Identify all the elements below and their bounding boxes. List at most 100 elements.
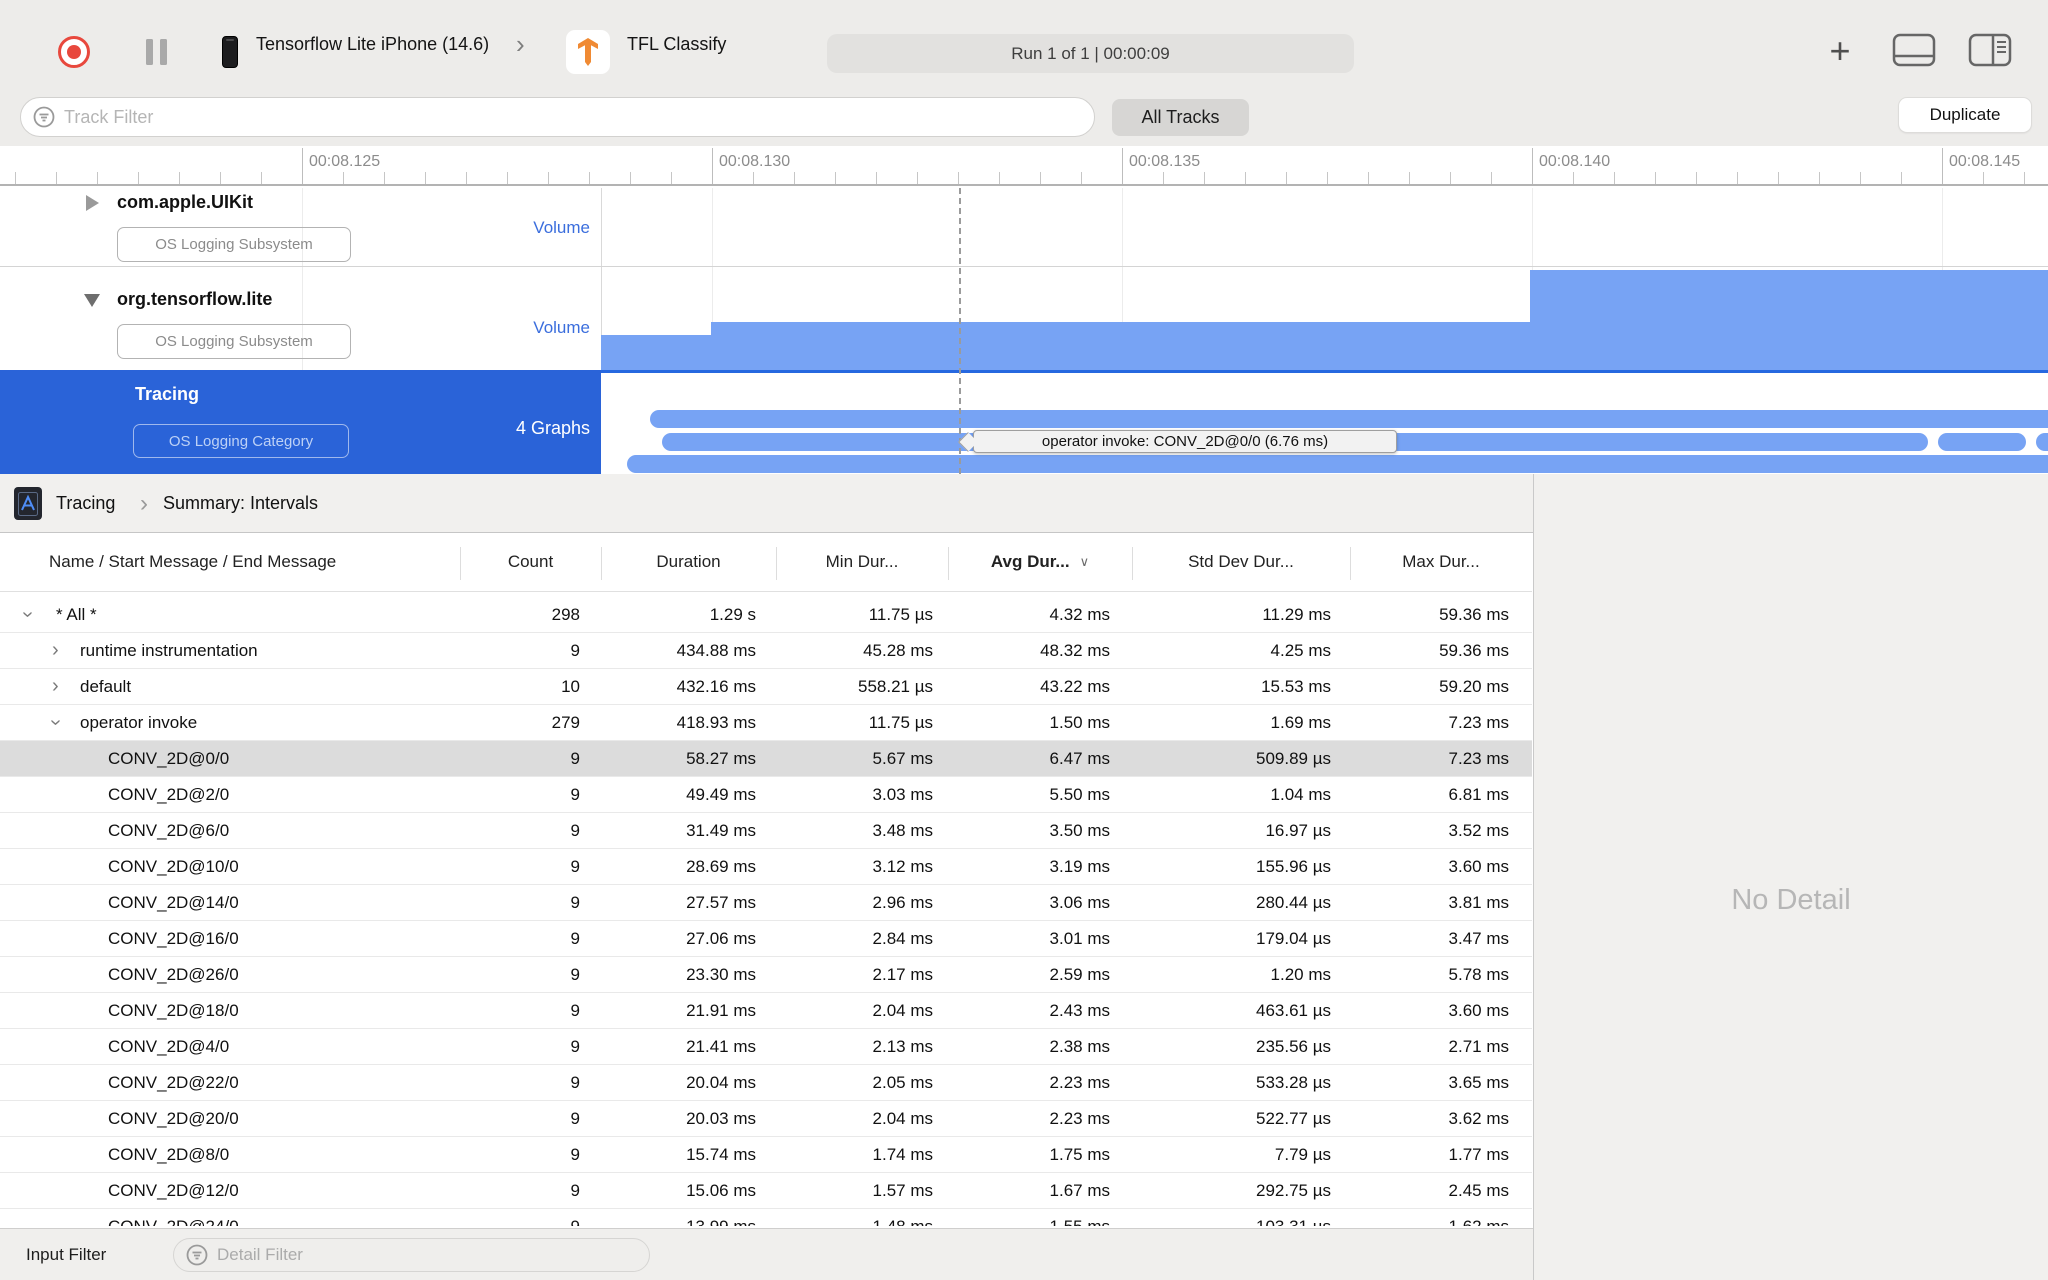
volume-graph-area[interactable] (1530, 270, 2048, 370)
volume-graph-area[interactable] (601, 335, 711, 370)
row-value: 1.20 ms (1270, 964, 1331, 984)
row-value: 5.78 ms (1448, 964, 1509, 984)
row-disclosure-collapsed-icon[interactable]: › (52, 669, 59, 704)
row-value: 2.45 ms (1448, 1180, 1509, 1200)
row-value: 2.23 ms (1049, 1108, 1110, 1128)
column-divider[interactable] (460, 547, 461, 580)
track-filter-input[interactable]: Track Filter (20, 97, 1095, 137)
duplicate-button[interactable]: Duplicate (1899, 98, 2031, 132)
interval-bar[interactable] (650, 410, 2048, 428)
table-row[interactable]: runtime instrumentation › 9 434.88 ms 45.28 … (0, 633, 1532, 669)
row-value: 1.55 ms (1049, 1216, 1110, 1227)
column-divider[interactable] (1132, 547, 1133, 580)
ruler-time-label: 00:08.145 (1949, 153, 2021, 170)
playhead-line[interactable] (959, 188, 961, 474)
row-value: 16.97 µs (1265, 820, 1331, 840)
timeline-ruler[interactable]: 00:08.125 00:08.130 00:08.135 00:08.140 00:0… (0, 146, 2048, 186)
row-disclosure-collapsed-icon[interactable]: › (52, 633, 59, 668)
ruler-minor-tick (179, 172, 180, 184)
table-row[interactable]: CONV_2D@22/0 9 20.04 ms 2.05 ms 2.23 ms 533.2… (0, 1065, 1532, 1101)
row-value: 31.49 ms (686, 820, 756, 840)
table-row[interactable]: CONV_2D@8/0 9 15.74 ms 1.74 ms 1.75 ms 7.79 µ… (0, 1137, 1532, 1173)
category-badge: OS Logging Category (133, 424, 349, 458)
add-instrument-button[interactable]: + (1820, 26, 1860, 76)
table-row[interactable]: CONV_2D@12/0 9 15.06 ms 1.57 ms 1.67 ms 292.7… (0, 1173, 1532, 1209)
row-value: 13.99 ms (686, 1216, 756, 1227)
detail-filter-input[interactable]: Detail Filter (173, 1238, 650, 1272)
disclosure-collapsed-icon[interactable] (86, 195, 99, 211)
ruler-minor-tick (1819, 172, 1820, 184)
interval-tooltip: operator invoke: CONV_2D@0/0 (6.76 ms) (973, 430, 1397, 453)
table-row[interactable]: CONV_2D@24/0 9 13.99 ms 1.48 ms 1.55 ms 103.3… (0, 1209, 1532, 1227)
table-row[interactable]: CONV_2D@16/0 9 27.06 ms 2.84 ms 3.01 ms 179.0… (0, 921, 1532, 957)
column-header-duration[interactable]: Duration (601, 533, 776, 591)
table-row[interactable]: CONV_2D@10/0 9 28.69 ms 3.12 ms 3.19 ms 155.9… (0, 849, 1532, 885)
column-header-avg-dur[interactable]: Avg Dur... ∨ (948, 533, 1132, 591)
column-divider[interactable] (776, 547, 777, 580)
row-value: 10 (561, 676, 580, 696)
table-row[interactable]: CONV_2D@20/0 9 20.03 ms 2.04 ms 2.23 ms 522.7… (0, 1101, 1532, 1137)
row-name: CONV_2D@4/0 (108, 1036, 230, 1056)
row-value: 20.04 ms (686, 1072, 756, 1092)
breadcrumb-chevron-icon: › (140, 489, 148, 517)
volume-graph-area[interactable] (711, 322, 1530, 370)
row-name: CONV_2D@6/0 (108, 820, 230, 840)
table-row[interactable]: default › 10 432.16 ms 558.21 µs 43.22 ms 15.5… (0, 669, 1532, 705)
ruler-minor-tick (671, 172, 672, 184)
table-row[interactable]: CONV_2D@14/0 9 27.57 ms 2.96 ms 3.06 ms 280.4… (0, 885, 1532, 921)
tensorflow-arrow-icon (578, 38, 598, 66)
table-row[interactable]: CONV_2D@18/0 9 21.91 ms 2.04 ms 2.43 ms 463.6… (0, 993, 1532, 1029)
ruler-minor-tick (1614, 172, 1615, 184)
device-name[interactable]: Tensorflow Lite iPhone (14.6) (256, 0, 489, 88)
table-row[interactable]: CONV_2D@6/0 9 31.49 ms 3.48 ms 3.50 ms 16.97 … (0, 813, 1532, 849)
tracing-sidebar-selected[interactable]: Tracing OS Logging Category 4 Graphs (0, 370, 601, 474)
column-header-name-start-message-end-message[interactable]: Name / Start Message / End Message (0, 533, 460, 591)
row-disclosure-expanded-icon[interactable]: › (10, 611, 45, 618)
table-row[interactable]: CONV_2D@26/0 9 23.30 ms 2.17 ms 2.59 ms 1.20 … (0, 957, 1532, 993)
breadcrumb-root[interactable]: Tracing (56, 474, 115, 533)
row-value: 9 (570, 640, 580, 660)
track-filter-placeholder: Track Filter (64, 106, 154, 127)
column-header-std-dev-dur[interactable]: Std Dev Dur... (1132, 533, 1350, 591)
record-button[interactable] (58, 36, 90, 68)
table-row[interactable]: CONV_2D@4/0 9 21.41 ms 2.13 ms 2.38 ms 235.56… (0, 1029, 1532, 1065)
ruler-minor-tick (261, 172, 262, 184)
row-value: 9 (570, 1108, 580, 1128)
interval-bar[interactable] (2036, 433, 2048, 451)
column-divider[interactable] (601, 547, 602, 580)
row-value: 3.81 ms (1448, 892, 1509, 912)
track-divider (0, 266, 2048, 267)
column-header-max-dur[interactable]: Max Dur... (1350, 533, 1532, 591)
subsystem-badge: OS Logging Subsystem (117, 227, 351, 262)
all-tracks-button[interactable]: All Tracks (1112, 99, 1249, 136)
column-header-count[interactable]: Count (460, 533, 601, 591)
breadcrumb-page[interactable]: Summary: Intervals (163, 474, 318, 533)
interval-bar[interactable] (1938, 433, 2026, 451)
ruler-minor-tick (630, 172, 631, 184)
row-value: 9 (570, 964, 580, 984)
right-panel-toggle-button[interactable] (1966, 30, 2014, 70)
instrument-icon (14, 487, 42, 520)
row-value: 15.06 ms (686, 1180, 756, 1200)
filter-icon (33, 106, 55, 128)
row-value: 235.56 µs (1255, 1036, 1331, 1056)
row-name: CONV_2D@24/0 (108, 1216, 239, 1227)
column-divider[interactable] (1350, 547, 1351, 580)
row-value: 2.84 ms (872, 928, 933, 948)
row-value: 20.03 ms (686, 1108, 756, 1128)
table-row[interactable]: operator invoke › 279 418.93 ms 11.75 µs 1.50… (0, 705, 1532, 741)
disclosure-expanded-icon[interactable] (84, 294, 100, 307)
column-header-min-dur[interactable]: Min Dur... (776, 533, 948, 591)
target-app-name[interactable]: TFL Classify (627, 0, 726, 88)
interval-bar[interactable] (627, 455, 2048, 473)
table-row[interactable]: * All * › 298 1.29 s 11.75 µs 4.32 ms 11.29 ms… (0, 597, 1532, 633)
row-value: 418.93 ms (676, 712, 756, 732)
column-divider[interactable] (948, 547, 949, 580)
bottom-panel-toggle-button[interactable] (1890, 30, 1938, 70)
table-row[interactable]: CONV_2D@2/0 9 49.49 ms 3.03 ms 5.50 ms 1.04 m… (0, 777, 1532, 813)
table-row[interactable]: CONV_2D@0/0 9 58.27 ms 5.67 ms 6.47 ms 509.89… (0, 741, 1532, 777)
ruler-minor-tick (835, 172, 836, 184)
pause-button[interactable] (146, 39, 167, 65)
ruler-major-tick (1942, 148, 1943, 184)
row-disclosure-expanded-icon[interactable]: › (38, 719, 73, 726)
